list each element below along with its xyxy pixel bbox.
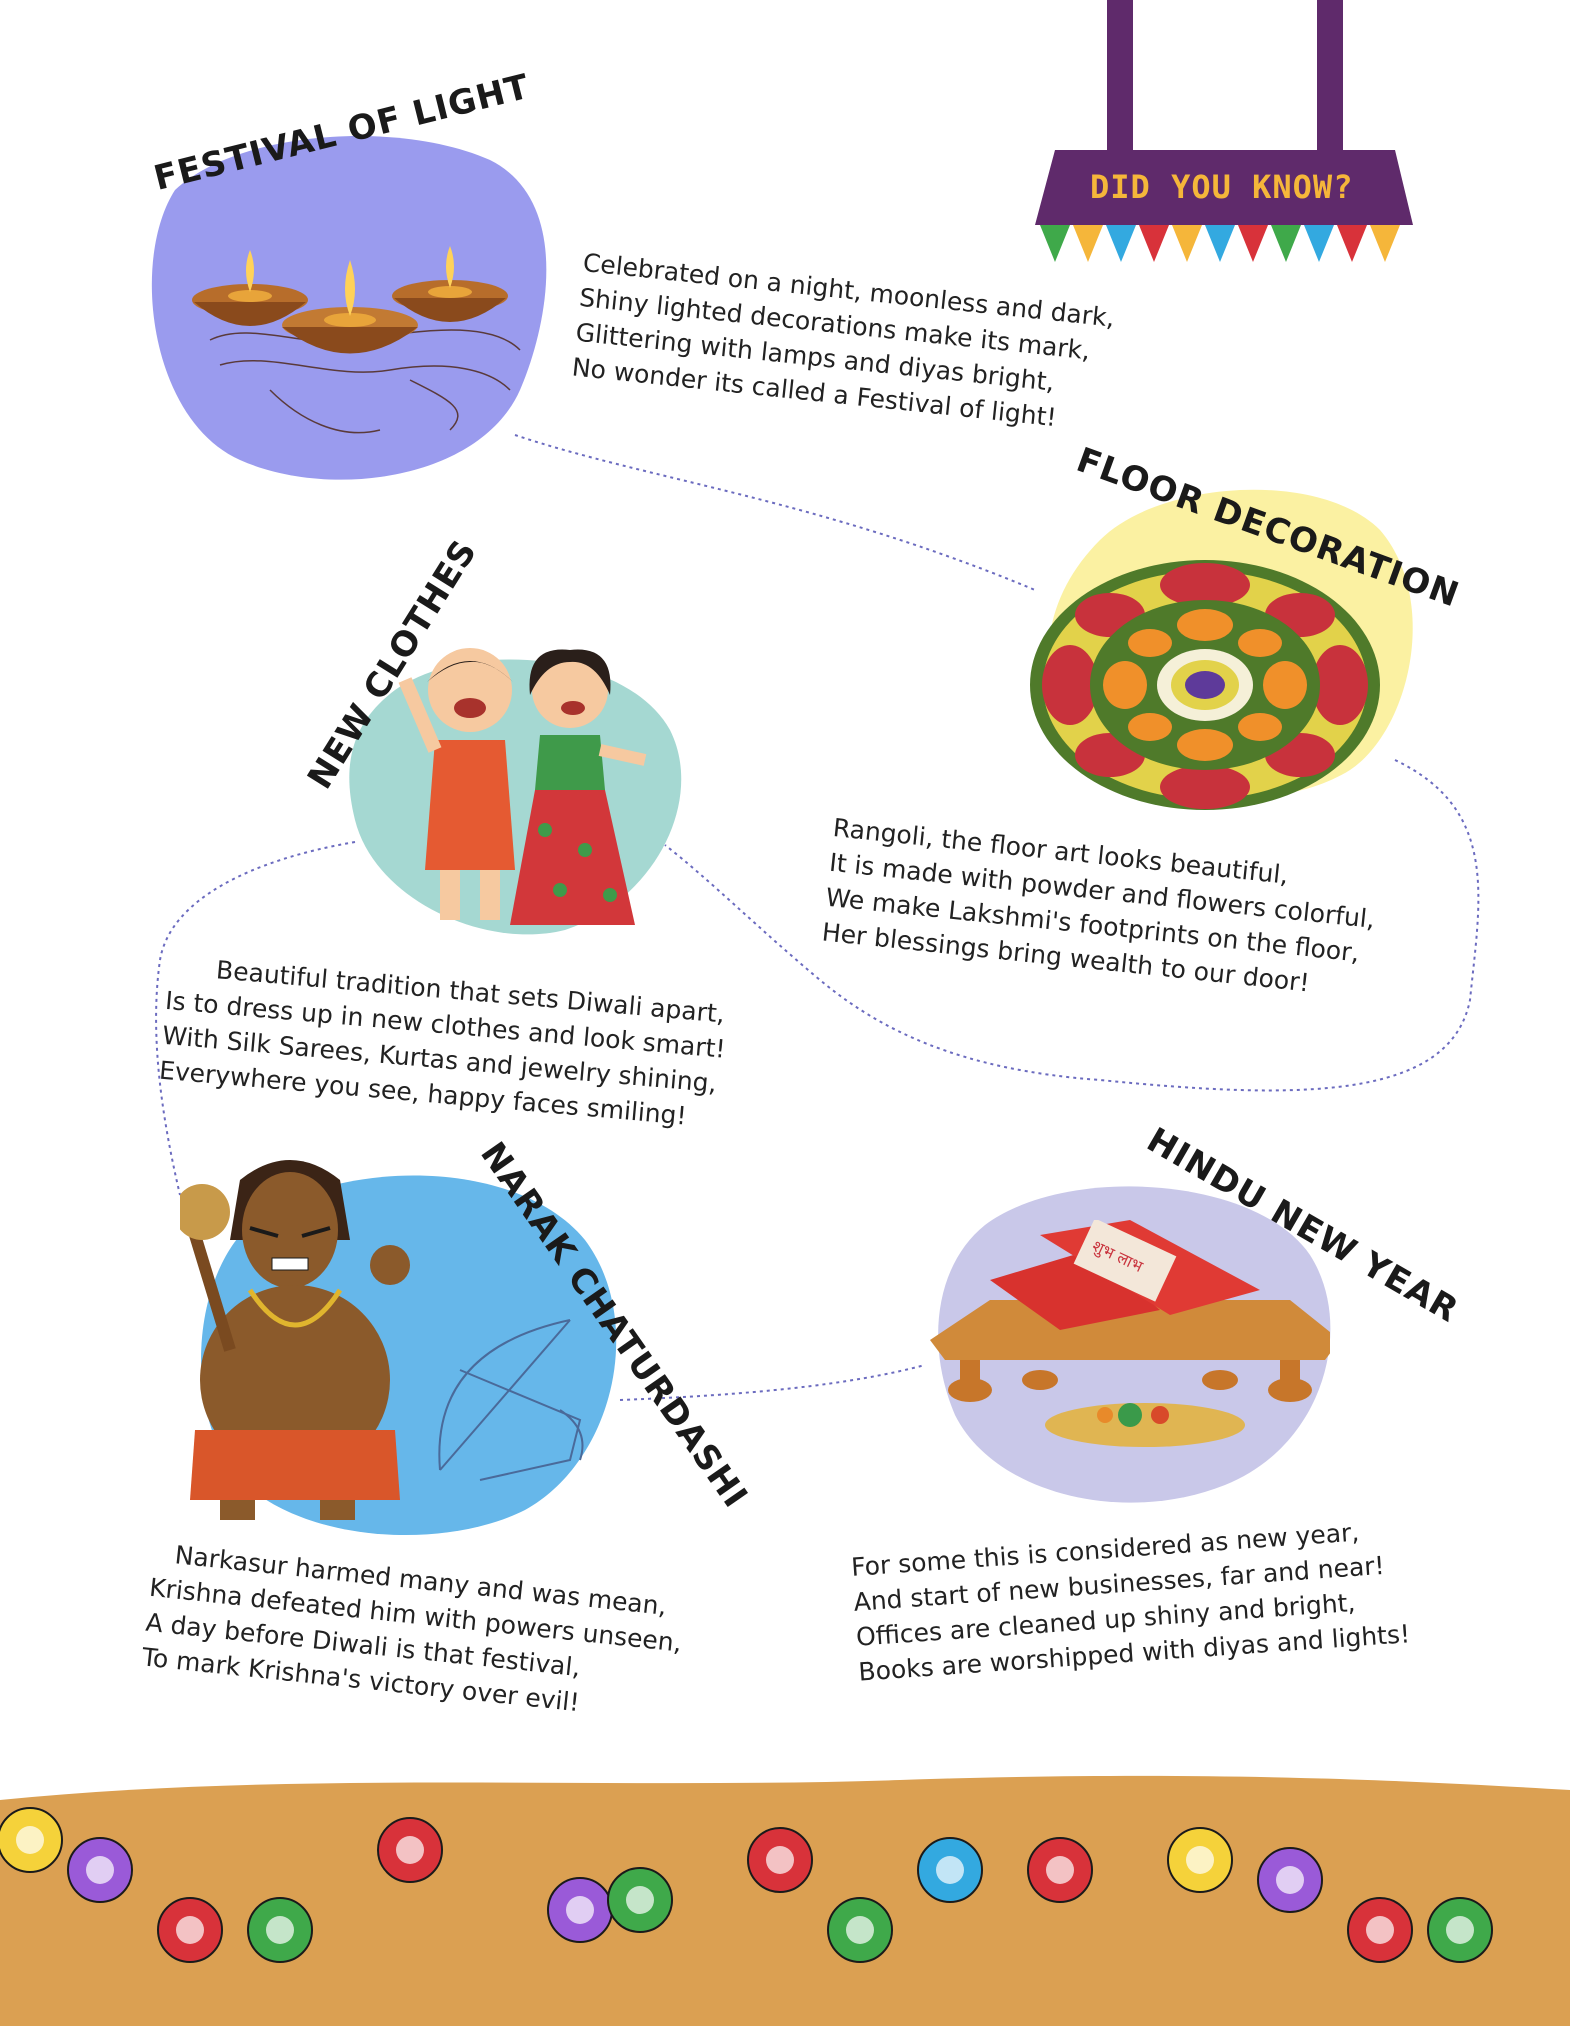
firecracker-center — [626, 1886, 654, 1914]
firecracker-center — [1446, 1916, 1474, 1944]
krishna-bow-sketch — [420, 1310, 600, 1490]
account-books-and-puja-thali-illustration: शुभ लाभ — [930, 1220, 1330, 1450]
firecracker-center — [16, 1826, 44, 1854]
firecracker-center — [766, 1846, 794, 1874]
firecracker-center — [1276, 1866, 1304, 1894]
did-you-know-sign: DID YOU KNOW? — [1035, 0, 1415, 275]
bunting-flag — [1073, 225, 1103, 262]
bunting-flag — [1106, 225, 1136, 262]
firecracker-center — [396, 1836, 424, 1864]
rangoli-illustration — [1025, 555, 1385, 815]
firecracker-center — [846, 1916, 874, 1944]
children-in-new-clothes-illustration — [395, 640, 655, 940]
firecracker-center — [86, 1856, 114, 1884]
bunting-flag — [1337, 225, 1367, 262]
firecracker-center — [936, 1856, 964, 1884]
bunting-flag — [1172, 225, 1202, 262]
bunting-flag — [1304, 225, 1334, 262]
firecracker-center — [266, 1916, 294, 1944]
firecracker-center — [176, 1916, 204, 1944]
narakasura-demon-illustration — [180, 1140, 420, 1520]
firecracker-center — [1186, 1846, 1214, 1874]
bunting-flag — [1139, 225, 1169, 262]
fireworks-border — [0, 1760, 1570, 2026]
firecracker-center — [1366, 1916, 1394, 1944]
bunting-flag — [1205, 225, 1235, 262]
did-you-know-label: DID YOU KNOW? — [1090, 168, 1354, 206]
bunting-flag — [1238, 225, 1268, 262]
bunting-flag — [1370, 225, 1400, 262]
firecracker-center — [566, 1896, 594, 1924]
firecracker-center — [1046, 1856, 1074, 1884]
bunting-flag — [1040, 225, 1070, 262]
bunting-flag — [1271, 225, 1301, 262]
diya-lamps-illustration — [190, 230, 530, 460]
